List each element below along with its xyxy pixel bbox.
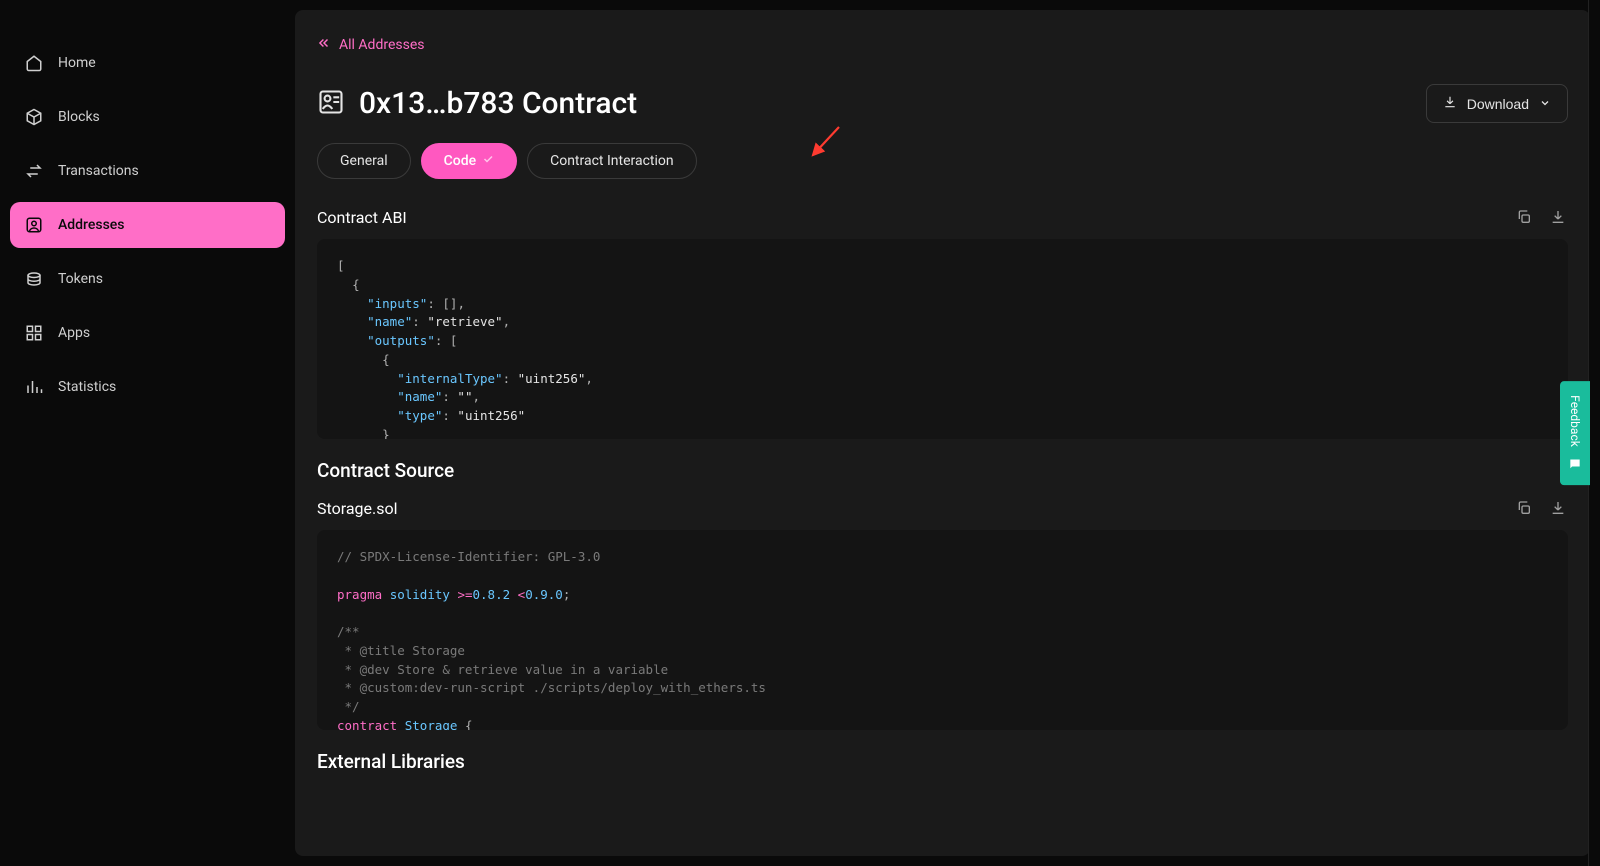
chevrons-left-icon	[317, 36, 331, 54]
sidebar-item-label: Home	[58, 55, 96, 71]
address-icon	[24, 215, 44, 235]
abi-code-block[interactable]: [ { "inputs": [], "name": "retrieve", "o…	[317, 239, 1568, 439]
feedback-tab[interactable]: Feedback	[1560, 381, 1590, 485]
download-label: Download	[1467, 96, 1529, 112]
copy-source-button[interactable]	[1514, 498, 1534, 518]
abi-section-title: Contract ABI	[317, 208, 407, 227]
source-file-name: Storage.sol	[317, 499, 397, 518]
sidebar-item-transactions[interactable]: Transactions	[10, 148, 285, 194]
sidebar-item-addresses[interactable]: Addresses	[10, 202, 285, 248]
contract-source-heading: Contract Source	[317, 459, 1568, 482]
sidebar-item-home[interactable]: Home	[10, 40, 285, 86]
home-icon	[24, 53, 44, 73]
sidebar-item-label: Transactions	[58, 163, 139, 179]
sidebar-item-statistics[interactable]: Statistics	[10, 364, 285, 410]
sidebar-item-label: Addresses	[58, 217, 125, 233]
chat-icon	[1568, 457, 1582, 471]
page-title: 0x13…b783 Contract	[359, 86, 637, 121]
sidebar-item-tokens[interactable]: Tokens	[10, 256, 285, 302]
tab-label: General	[340, 153, 388, 169]
tab-general[interactable]: General	[317, 143, 411, 179]
coin-icon	[24, 269, 44, 289]
sidebar-item-label: Statistics	[58, 379, 116, 395]
tab-label: Contract Interaction	[550, 153, 674, 169]
annotation-arrow	[807, 125, 847, 165]
sidebar-item-blocks[interactable]: Blocks	[10, 94, 285, 140]
source-code-block[interactable]: // SPDX-License-Identifier: GPL-3.0 prag…	[317, 530, 1568, 730]
download-source-button[interactable]	[1548, 498, 1568, 518]
chevron-down-icon	[1539, 96, 1551, 112]
sidebar-item-label: Tokens	[58, 271, 103, 287]
contract-icon	[317, 88, 345, 120]
swap-icon	[24, 161, 44, 181]
back-link-label: All Addresses	[339, 37, 424, 53]
tab-label: Code	[444, 153, 476, 169]
copy-abi-button[interactable]	[1514, 207, 1534, 227]
grid-icon	[24, 323, 44, 343]
sidebar: Home Blocks Transactions Addresses Token…	[0, 0, 295, 866]
main-content: All Addresses 0x13…b783 Contract Downloa…	[295, 10, 1590, 856]
external-libraries-heading: External Libraries	[317, 750, 1568, 773]
download-abi-button[interactable]	[1548, 207, 1568, 227]
verified-check-icon	[482, 153, 494, 169]
bars-icon	[24, 377, 44, 397]
cube-icon	[24, 107, 44, 127]
sidebar-item-label: Blocks	[58, 109, 100, 125]
download-button[interactable]: Download	[1426, 84, 1568, 123]
feedback-label: Feedback	[1568, 395, 1582, 447]
tab-contract-interaction[interactable]: Contract Interaction	[527, 143, 697, 179]
sidebar-item-apps[interactable]: Apps	[10, 310, 285, 356]
tab-code[interactable]: Code	[421, 143, 517, 179]
back-link-all-addresses[interactable]: All Addresses	[317, 30, 424, 60]
download-icon	[1443, 95, 1457, 112]
sidebar-item-label: Apps	[58, 325, 90, 341]
